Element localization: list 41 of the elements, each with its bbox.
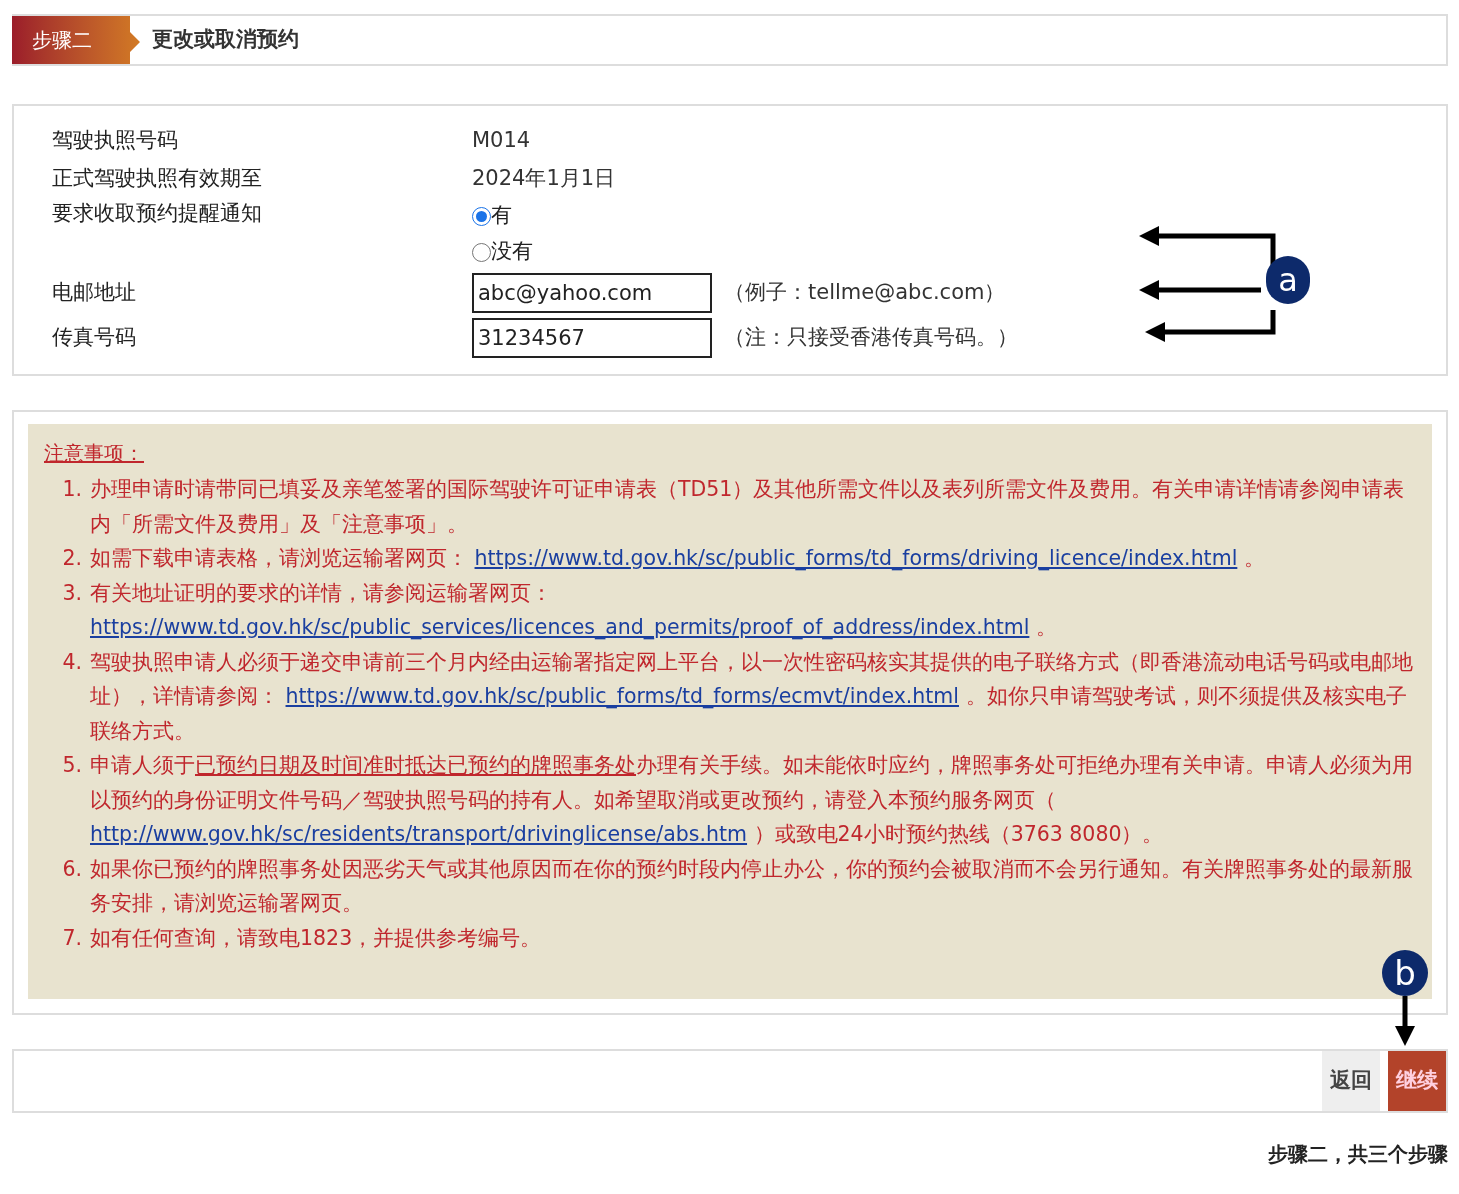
- note-text: 申请人须于已预约日期及时间准时抵达已预约的牌照事务处办理有关手续。如未能依时应约，牌照事务处可拒绝办理有关申请。申请人必须为用以预约的身份证明文件号码／驾驶执照号码的持有人。如希望取消或更改预约，请登入本预约服务网页（ http://www.gov.hk/sc/residents/transport/drivinglicense/abs.htm ）或致电24小时预约热线（3763 8080）。: [90, 752, 1414, 848]
- page-title: 更改或取消预约: [152, 26, 299, 54]
- note-text: 有关地址证明的要求的详情，请参阅运输署网页： https://www.td.gov.hk/sc/public_services/licences_and_permits/proof_of_address/index.html 。: [90, 579, 1058, 642]
- note-text: 如需下载申请表格，请浏览运输署网页： https://www.td.gov.hk/sc/public_forms/td_forms/driving_licence/index.html 。: [90, 545, 1265, 573]
- step-indicator: 步骤二，共三个步骤: [1267, 1141, 1448, 1168]
- field-label: 要求收取预约提醒通知: [52, 200, 263, 227]
- field-value: M014: [472, 127, 531, 155]
- callout-badge: a: [1266, 256, 1310, 304]
- link[interactable]: http://www.gov.hk/sc/residents/transport/drivinglicense/abs.htm: [90, 822, 748, 846]
- link[interactable]: https://www.td.gov.hk/sc/public_forms/td_forms/driving_licence/index.html: [474, 546, 1238, 570]
- note-text: 如果你已预约的牌照事务处因恶劣天气或其他原因而在你的预约时段内停止办公，你的预约会被取消而不会另行通知。有关牌照事务处的最新服务安排，请浏览运输署网页。: [90, 855, 1414, 917]
- down-arrow-icon: [1394, 996, 1416, 1046]
- input-field[interactable]: abc@yahoo.com: [472, 272, 712, 313]
- link[interactable]: https://www.td.gov.hk/sc/public_forms/td_forms/ecmvt/index.html: [285, 684, 959, 708]
- field-label: 正式驾驶执照有效期至: [52, 165, 263, 193]
- radio-label: 没有: [491, 238, 533, 266]
- radio-label: 有: [491, 202, 512, 230]
- field-hint: （例子：tellme@abc.com）: [724, 278, 1006, 306]
- list-number: 4.: [61, 648, 83, 676]
- field-value: 2024年1月1日: [472, 165, 616, 193]
- list-number: 2.: [61, 545, 83, 572]
- radio-button[interactable]: [472, 206, 491, 226]
- list-number: 7.: [61, 924, 83, 952]
- radio-button[interactable]: [472, 242, 491, 262]
- back-button[interactable]: 返回: [1322, 1051, 1380, 1111]
- step-badge: 步骤二: [12, 16, 140, 64]
- field-label: 驾驶执照号码: [52, 127, 179, 155]
- input-field[interactable]: 31234567: [472, 317, 712, 358]
- list-number: 3.: [61, 579, 83, 607]
- note-text: 办理申请时请带同已填妥及亲笔签署的国际驾驶许可证申请表（TD51）及其他所需文件以及表列所需文件及费用。有关申请详情请参阅申请表内「所需文件及费用」及「注意事项」。: [90, 476, 1406, 538]
- continue-button[interactable]: 继续: [1388, 1051, 1446, 1111]
- list-number: 5.: [61, 752, 83, 779]
- note-text: 驾驶执照申请人必须于递交申请前三个月内经由运输署指定网上平台，以一次性密码核实其提供的电子联络方式（即香港流动电话号码或电邮地址），详情请参阅： https://www.td.gov.hk/sc/public_forms/td_forms/ecmvt/index.html 。如你只申请驾驶考试，则不须提供及核实电子联络方式。: [90, 648, 1414, 745]
- field-label: 电邮地址: [52, 278, 137, 306]
- field-label: 传真号码: [52, 323, 137, 351]
- list-number: 6.: [61, 855, 83, 883]
- link[interactable]: https://www.td.gov.hk/sc/public_services/licences_and_permits/proof_of_address/index.html: [90, 615, 1030, 639]
- note-text: 如有任何查询，请致电1823，并提供参考编号。: [90, 924, 542, 952]
- list-number: 1.: [61, 476, 83, 503]
- notes-title: 注意事项：: [44, 440, 145, 467]
- field-hint: （注：只接受香港传真号码。）: [724, 323, 1018, 351]
